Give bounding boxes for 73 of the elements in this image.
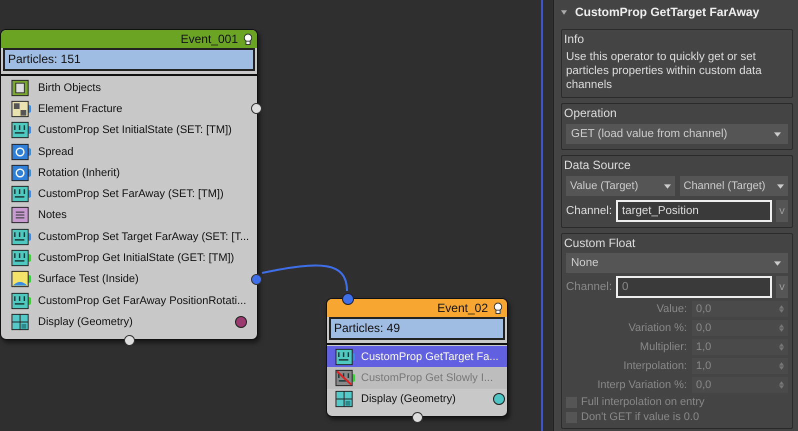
- particle-count: Particles: 49: [329, 317, 505, 340]
- checkbox-label: Don't GET if value is 0.0: [581, 411, 700, 423]
- operator-label: Display (Geometry): [38, 316, 133, 328]
- source-dropdown[interactable]: Channel (Target): [680, 176, 788, 196]
- output-port[interactable]: [251, 103, 262, 114]
- operator-row[interactable]: Rotation (Inherit): [1, 162, 249, 184]
- input-port[interactable]: [342, 293, 354, 305]
- operator-label: CustomProp Get Slowly I...: [361, 372, 494, 384]
- operator-row[interactable]: Birth Objects: [1, 77, 249, 98]
- spinner-label: Value:: [656, 303, 687, 315]
- operator-label: CustomProp Set InitialState (SET: [TM]): [38, 124, 232, 136]
- event-node[interactable]: [0, 29, 258, 340]
- operator-label: Notes: [38, 209, 67, 222]
- dropdown-arrow-icon: [664, 184, 670, 188]
- checkbox-label: Full interpolation on entry: [581, 396, 705, 408]
- operator-row[interactable]: Display (Geometry): [1, 311, 249, 333]
- channel-label: Channel:: [566, 281, 612, 293]
- operator-icon: [335, 368, 356, 387]
- operator-label: Element Fracture: [38, 102, 122, 115]
- operator-row[interactable]: CustomProp Set FarAway (SET: [TM]): [1, 183, 249, 205]
- rollout-title: CustomProp GetTarget FarAway: [575, 5, 760, 19]
- operator-icon: [11, 292, 32, 310]
- operator-label: Spread: [38, 146, 74, 158]
- operator-icon: [11, 100, 32, 118]
- operator-icon: [11, 185, 32, 204]
- operator-icon: [11, 249, 32, 268]
- operator-icon: [11, 228, 32, 246]
- channel-field[interactable]: target_Position: [616, 200, 772, 222]
- operator-row[interactable]: Surface Test (Inside): [1, 268, 249, 290]
- operator-label: Rotation (Inherit): [38, 166, 120, 179]
- spinner-label: Interpolation:: [623, 360, 687, 372]
- lightbulb-icon[interactable]: [493, 302, 503, 314]
- particle-count: Particles: 151: [3, 48, 255, 71]
- operator-label: CustomProp Set Target FarAway (SET: [T...: [38, 230, 250, 243]
- source-dropdown[interactable]: Value (Target): [566, 176, 674, 196]
- spinner-label: Multiplier:: [640, 341, 687, 353]
- operator-label: CustomProp GetTarget Fa...: [361, 350, 499, 363]
- operator-label: CustomProp Get FarAway PositionRotati...: [38, 294, 246, 307]
- dropdown-arrow-icon: [777, 184, 784, 188]
- operator-row[interactable]: CustomProp Set Target FarAway (SET: [T...: [1, 226, 249, 248]
- group-title: Operation: [564, 106, 618, 120]
- operator-row[interactable]: CustomProp Set InitialState (SET: [TM]): [1, 120, 249, 141]
- dropdown-arrow-icon: [774, 260, 781, 266]
- operator-icon: [11, 270, 32, 288]
- operator-row[interactable]: Notes: [1, 204, 249, 226]
- spinner-label: Interp Variation %:: [597, 379, 687, 391]
- node-title: Event_02: [437, 301, 488, 315]
- info-text: Use this operator to quickly get or set particles properties within custom data channels: [566, 50, 763, 92]
- operator-label: Surface Test (Inside): [38, 273, 139, 286]
- operator-row[interactable]: CustomProp Get InitialState (GET: [TM]): [1, 247, 249, 269]
- operator-label: CustomProp Get InitialState (GET: [TM]): [38, 252, 234, 264]
- group-title: Info: [564, 32, 586, 46]
- operator-icon: [11, 142, 32, 161]
- operator-row[interactable]: Element Fracture: [1, 98, 249, 120]
- operator-icon: [11, 164, 32, 182]
- spinner-label: Variation %:: [628, 322, 687, 334]
- node-title: Event_001: [180, 32, 238, 46]
- operator-row[interactable]: CustomProp GetTarget Fa...: [327, 346, 507, 368]
- dropdown-arrow-icon: [774, 132, 781, 136]
- operator-label: Display (Geometry): [361, 393, 456, 406]
- operator-row[interactable]: CustomProp Get FarAway PositionRotati...: [1, 290, 249, 312]
- caret-icon[interactable]: [561, 10, 567, 14]
- lightbulb-icon[interactable]: [243, 32, 253, 46]
- operator-icon: [11, 121, 32, 140]
- operator-row[interactable]: Spread: [1, 140, 249, 162]
- operator-label: CustomProp Set FarAway (SET: [TM]): [38, 188, 224, 200]
- operator-icon: [335, 348, 356, 366]
- operation-dropdown[interactable]: GET (load value from channel): [566, 124, 788, 144]
- operator-label: Birth Objects: [38, 82, 101, 94]
- operator-row[interactable]: Display (Geometry): [327, 388, 507, 410]
- channel-label: Channel:: [566, 205, 612, 217]
- group-title: Data Source: [564, 158, 632, 172]
- group-title: Custom Float: [564, 236, 636, 250]
